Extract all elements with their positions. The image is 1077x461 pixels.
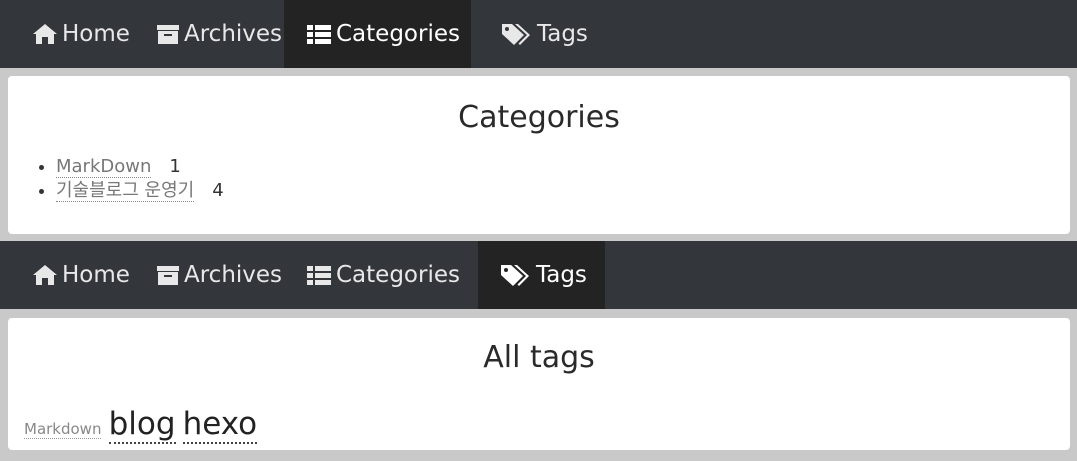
archive-icon xyxy=(156,264,180,286)
list-icon xyxy=(306,23,332,45)
category-list: MarkDown 1 기술블로그 운영기 4 xyxy=(8,155,1070,203)
nav-archives-label: Archives xyxy=(184,262,283,288)
nav-tags[interactable]: Tags xyxy=(478,241,605,309)
archive-icon xyxy=(156,23,180,45)
nav-categories[interactable]: Categories xyxy=(284,241,478,309)
tags-panel: All tags Markdown blog hexo xyxy=(8,318,1070,450)
tags-icon xyxy=(501,22,533,46)
nav-home[interactable]: Home xyxy=(0,241,136,309)
home-icon xyxy=(32,264,58,286)
bottom-nav: Home Archives Categories Tags xyxy=(0,241,1077,309)
tag-cloud: Markdown blog hexo xyxy=(24,406,259,444)
nav-archives[interactable]: Archives xyxy=(136,0,284,68)
category-link[interactable]: 기술블로그 운영기 xyxy=(56,180,195,202)
categories-panel: Categories MarkDown 1 기술블로그 운영기 4 xyxy=(8,76,1070,234)
tags-title: All tags xyxy=(483,340,595,375)
category-count: 4 xyxy=(212,180,224,201)
tag-link[interactable]: hexo xyxy=(182,406,258,444)
nav-categories[interactable]: Categories xyxy=(284,0,471,68)
nav-categories-label: Categories xyxy=(336,21,460,47)
category-link[interactable]: MarkDown xyxy=(56,156,152,178)
category-count: 1 xyxy=(169,156,181,177)
nav-archives[interactable]: Archives xyxy=(136,241,284,309)
list-icon xyxy=(306,264,332,286)
nav-home[interactable]: Home xyxy=(0,0,136,68)
list-item: MarkDown 1 xyxy=(56,155,1070,179)
nav-archives-label: Archives xyxy=(184,21,283,47)
tag-link[interactable]: blog xyxy=(108,406,176,444)
nav-categories-label: Categories xyxy=(336,262,460,288)
nav-tags-label: Tags xyxy=(536,262,587,288)
tags-icon xyxy=(500,263,532,287)
home-icon xyxy=(32,23,58,45)
nav-tags-label: Tags xyxy=(537,21,588,47)
list-item: 기술블로그 운영기 4 xyxy=(56,179,1070,203)
nav-home-label: Home xyxy=(62,262,130,288)
page-title: Categories xyxy=(458,100,620,135)
nav-tags[interactable]: Tags xyxy=(471,0,606,68)
nav-home-label: Home xyxy=(62,21,130,47)
top-nav: Home Archives Categories Tags xyxy=(0,0,1077,68)
tag-link[interactable]: Markdown xyxy=(24,420,102,439)
